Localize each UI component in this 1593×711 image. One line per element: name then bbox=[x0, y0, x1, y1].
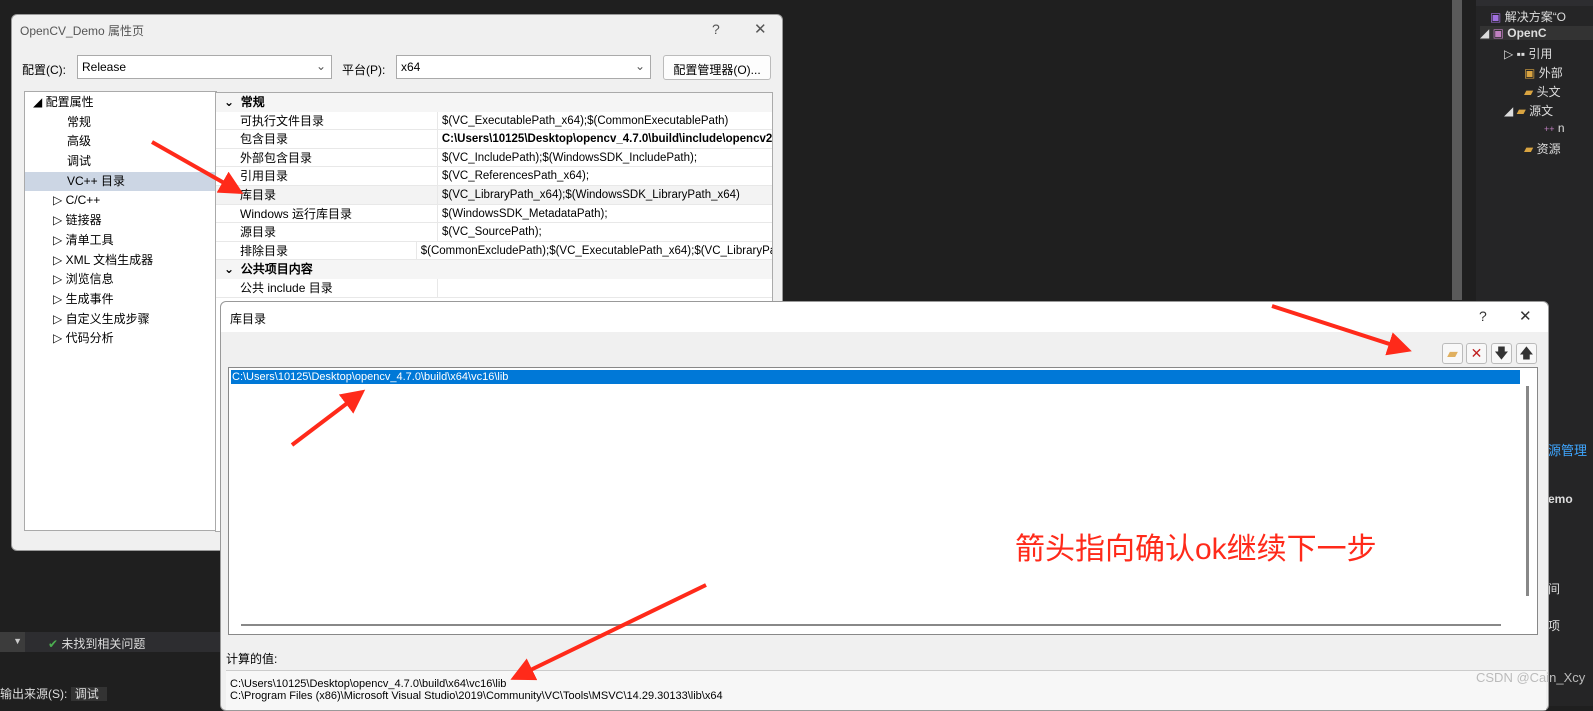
annotation-arrows bbox=[151, 140, 1412, 681]
arrow-icon bbox=[510, 583, 707, 681]
arrow-icon bbox=[151, 140, 244, 194]
arrow-icon bbox=[1271, 304, 1412, 356]
arrow-icon bbox=[290, 389, 366, 447]
